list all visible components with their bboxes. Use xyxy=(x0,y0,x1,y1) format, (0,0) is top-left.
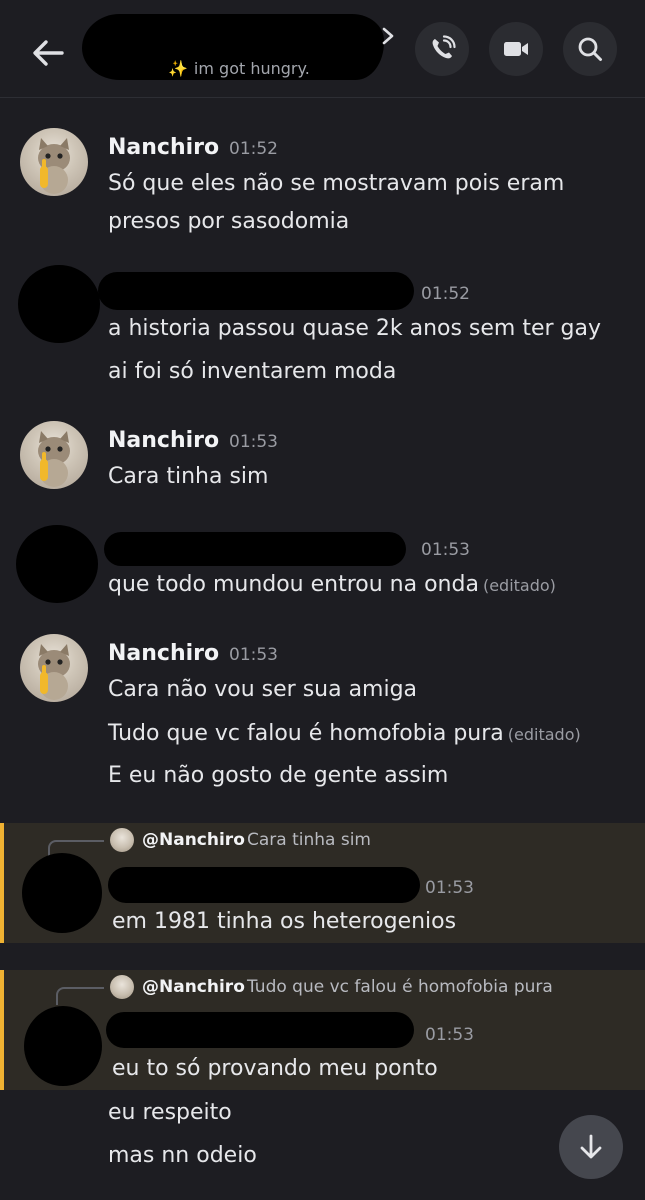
reply-mention[interactable]: @Nanchiro xyxy=(142,830,245,850)
timestamp: 01:53 xyxy=(425,878,474,898)
kitten-middle-finger-avatar xyxy=(38,138,70,194)
message-text: presos por sasodomia xyxy=(108,209,350,234)
avatar-redacted[interactable] xyxy=(24,1006,102,1086)
message-text: que todo mundou entrou na onda (editado) xyxy=(108,572,556,597)
voice-call-button[interactable] xyxy=(415,22,469,76)
message-text: ai foi só inventarem moda xyxy=(108,359,397,384)
message-text: eu respeito xyxy=(108,1100,232,1125)
message-group[interactable]: Nanchiro 01:52 Só que eles não se mostra… xyxy=(0,128,645,243)
avatar[interactable] xyxy=(20,128,88,196)
reply-message-highlighted[interactable]: @Nanchiro Tudo que vc falou é homofobia … xyxy=(0,970,645,1090)
user-status: ✨ im got hungry. xyxy=(168,59,310,78)
status-text: im got hungry. xyxy=(193,59,310,78)
chat-header: ✨ im got hungry. xyxy=(0,0,645,98)
reply-avatar xyxy=(110,828,134,852)
message-text-content: que todo mundou entrou na onda xyxy=(108,572,479,597)
phone-call-icon xyxy=(432,35,456,59)
timestamp: 01:53 xyxy=(229,645,278,665)
message-text: Cara não vou ser sua amiga xyxy=(108,677,418,702)
timestamp: 01:53 xyxy=(229,432,278,452)
avatar-redacted[interactable] xyxy=(18,265,100,343)
author-name-redacted[interactable] xyxy=(104,532,406,566)
reply-message-highlighted[interactable]: @Nanchiro Cara tinha sim 01:53 em 1981 t… xyxy=(0,823,645,943)
author-name[interactable]: Nanchiro xyxy=(108,641,219,666)
edited-label: (editado) xyxy=(507,725,581,744)
back-arrow-icon xyxy=(33,40,64,66)
author-name-redacted[interactable] xyxy=(108,867,420,903)
message-group[interactable]: 01:53 que todo mundou entrou na onda (edi… xyxy=(0,522,645,612)
kitten-middle-finger-avatar xyxy=(38,431,70,487)
message-text: eu to só provando meu ponto xyxy=(112,1056,438,1081)
timestamp: 01:53 xyxy=(421,540,470,560)
chevron-right-icon[interactable] xyxy=(378,25,398,47)
video-call-button[interactable] xyxy=(489,22,543,76)
reply-mention[interactable]: @Nanchiro xyxy=(142,977,245,997)
avatar-redacted[interactable] xyxy=(16,525,98,603)
message-text: em 1981 tinha os heterogenios xyxy=(112,909,457,934)
message-text: Cara tinha sim xyxy=(108,464,269,489)
reply-preview-text[interactable]: Tudo que vc falou é homofobia pura xyxy=(247,977,553,997)
avatar-redacted[interactable] xyxy=(22,853,102,933)
message-text: mas nn odeio xyxy=(108,1143,257,1168)
avatar[interactable] xyxy=(20,421,88,489)
kitten-middle-finger-avatar xyxy=(38,644,70,700)
reply-preview-text[interactable]: Cara tinha sim xyxy=(247,830,371,850)
sparkles-icon: ✨ xyxy=(168,59,188,78)
message-text: Tudo que vc falou é homofobia pura (edita… xyxy=(108,721,581,746)
reply-avatar xyxy=(110,975,134,999)
jump-to-latest-button[interactable] xyxy=(559,1115,623,1179)
author-name[interactable]: Nanchiro xyxy=(108,135,219,160)
author-name-redacted[interactable] xyxy=(98,272,414,310)
back-button[interactable] xyxy=(28,33,68,73)
search-icon xyxy=(578,37,602,61)
avatar[interactable] xyxy=(20,634,88,702)
author-name[interactable]: Nanchiro xyxy=(108,428,219,453)
message-group[interactable]: Nanchiro 01:53 Cara não vou ser sua amig… xyxy=(0,634,645,804)
message-text: E eu não gosto de gente assim xyxy=(108,763,449,788)
message-text: Só que eles não se mostravam pois eram xyxy=(108,171,565,196)
message-text: a historia passou quase 2k anos sem ter … xyxy=(108,316,602,341)
timestamp: 01:52 xyxy=(421,284,470,304)
video-camera-icon xyxy=(504,42,528,56)
reply-connector xyxy=(56,987,104,1005)
edited-label: (editado) xyxy=(482,576,556,595)
author-name-redacted[interactable] xyxy=(106,1012,414,1048)
message-text-content: Tudo que vc falou é homofobia pura xyxy=(108,721,504,746)
timestamp: 01:52 xyxy=(229,139,278,159)
timestamp: 01:53 xyxy=(425,1025,474,1045)
search-button[interactable] xyxy=(563,22,617,76)
arrow-down-icon xyxy=(580,1134,602,1159)
message-group[interactable]: Nanchiro 01:53 Cara tinha sim xyxy=(0,421,645,499)
message-group[interactable]: 01:52 a historia passou quase 2k anos se… xyxy=(0,262,645,392)
